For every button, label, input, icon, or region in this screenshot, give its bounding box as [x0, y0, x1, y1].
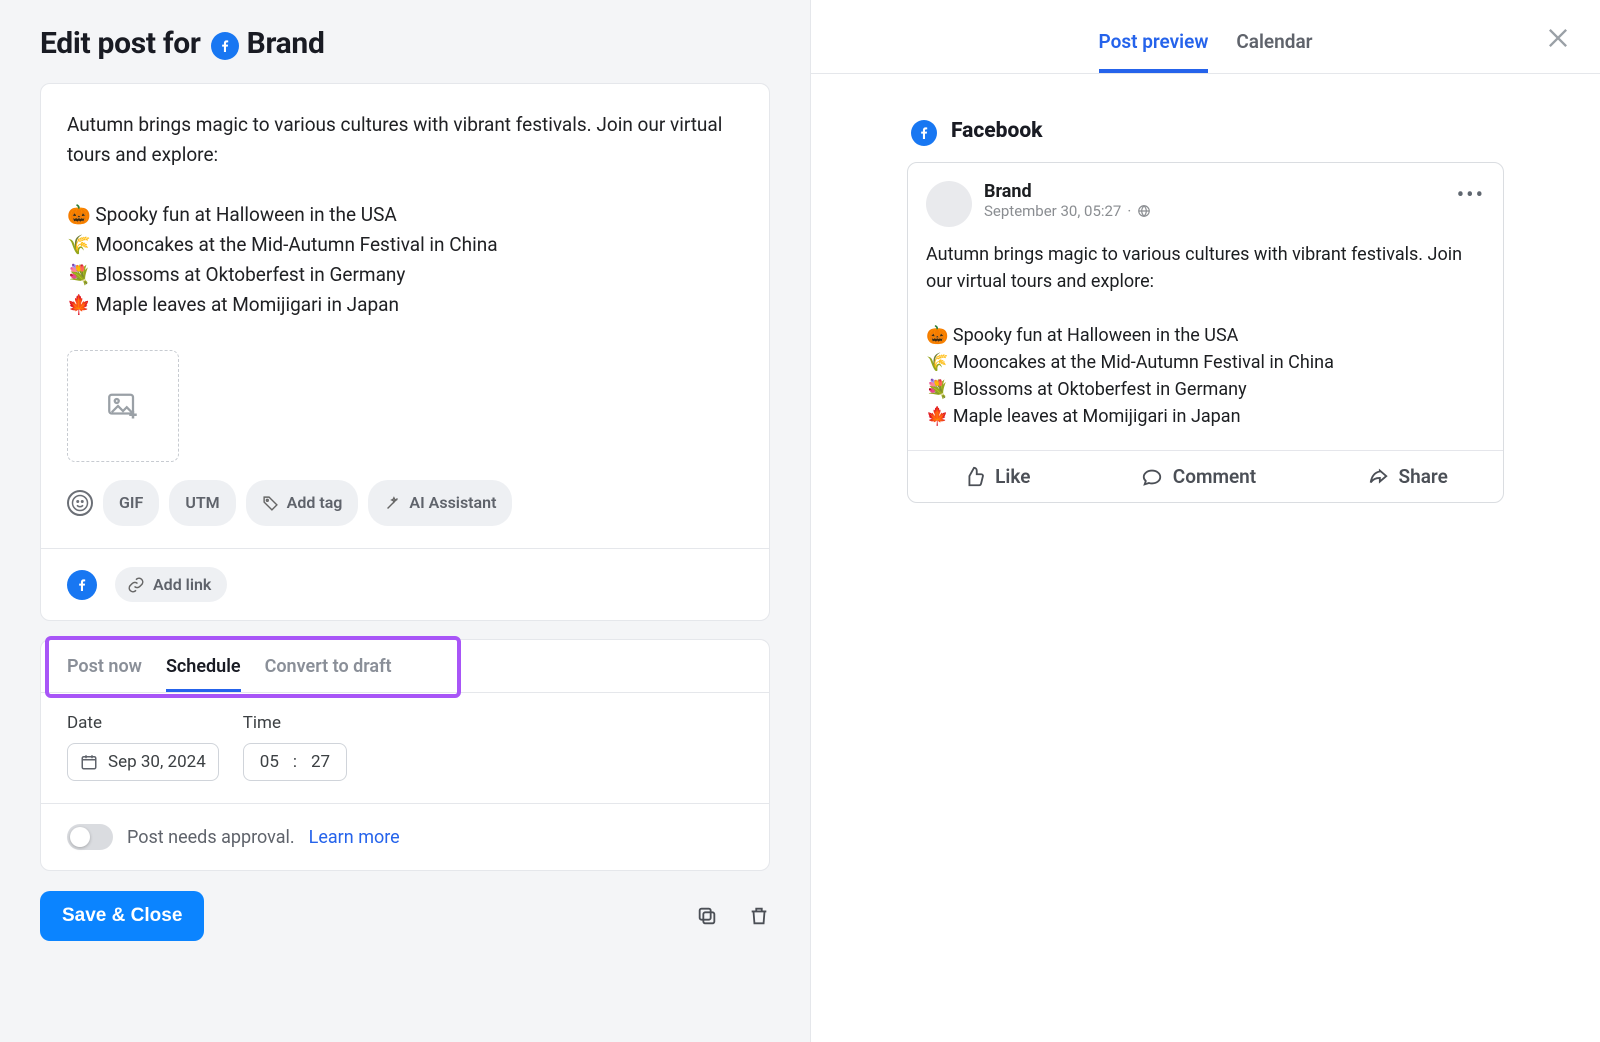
- date-label: Date: [67, 713, 219, 733]
- link-attach-row: Add link: [41, 549, 769, 620]
- date-field: Date Sep 30, 2024: [67, 713, 219, 781]
- network-header: Facebook: [907, 118, 1504, 144]
- time-input[interactable]: 05 : 27: [243, 743, 347, 781]
- publish-options-card: Post now Schedule Convert to draft Date …: [40, 639, 770, 871]
- facebook-icon: [911, 120, 937, 146]
- duplicate-icon[interactable]: [696, 905, 718, 927]
- composer-toolbar: GIF UTM Add tag AI Assistant: [67, 480, 743, 526]
- tab-convert-to-draft[interactable]: Convert to draft: [265, 656, 392, 692]
- date-value: Sep 30, 2024: [108, 752, 206, 772]
- approval-text: Post needs approval.: [127, 827, 295, 848]
- facebook-icon: [67, 570, 97, 600]
- utm-button[interactable]: UTM: [169, 480, 235, 526]
- comment-button[interactable]: Comment: [1141, 465, 1256, 488]
- preview-container: Facebook Brand September 30, 05:27 · •••…: [811, 74, 1600, 503]
- tab-post-preview[interactable]: Post preview: [1099, 30, 1209, 73]
- post-timestamp: September 30, 05:27: [984, 202, 1121, 220]
- composer-textarea[interactable]: Autumn brings magic to various cultures …: [41, 84, 769, 548]
- add-tag-button[interactable]: Add tag: [246, 480, 359, 526]
- schedule-fields: Date Sep 30, 2024 Time 05 : 27: [41, 692, 769, 803]
- editor-pane: Edit post for Brand Autumn brings magic …: [0, 0, 810, 1042]
- close-icon[interactable]: [1544, 24, 1574, 54]
- emoji-button[interactable]: [67, 490, 93, 516]
- publish-tabs: Post now Schedule Convert to draft: [41, 640, 769, 692]
- facebook-post-card: Brand September 30, 05:27 · ••• Autumn b…: [907, 162, 1504, 503]
- preview-tabs: Post preview Calendar: [811, 0, 1600, 74]
- save-and-close-button[interactable]: Save & Close: [40, 891, 204, 941]
- globe-icon: [1137, 204, 1151, 218]
- time-hour[interactable]: 05: [256, 752, 283, 772]
- tab-schedule[interactable]: Schedule: [166, 656, 241, 692]
- ai-assistant-button[interactable]: AI Assistant: [368, 480, 512, 526]
- like-button[interactable]: Like: [963, 465, 1030, 488]
- facebook-icon: [211, 32, 239, 60]
- add-media-button[interactable]: [67, 350, 179, 462]
- approval-toggle[interactable]: [67, 824, 113, 850]
- share-label: Share: [1399, 465, 1448, 488]
- ai-assistant-label: AI Assistant: [409, 488, 496, 518]
- approval-row: Post needs approval. Learn more: [41, 803, 769, 870]
- post-header: Brand September 30, 05:27 · •••: [908, 163, 1503, 235]
- post-author: Brand: [984, 181, 1151, 202]
- trash-icon[interactable]: [748, 905, 770, 927]
- post-body: Autumn brings magic to various cultures …: [908, 235, 1503, 450]
- comment-label: Comment: [1173, 465, 1256, 488]
- composer-card: Autumn brings magic to various cultures …: [40, 83, 770, 621]
- post-actions: Like Comment Share: [908, 450, 1503, 502]
- title-prefix: Edit post for: [40, 26, 201, 61]
- time-label: Time: [243, 713, 347, 733]
- avatar: [926, 181, 972, 227]
- time-minute[interactable]: 27: [307, 752, 334, 772]
- time-field: Time 05 : 27: [243, 713, 347, 781]
- post-menu-icon[interactable]: •••: [1457, 181, 1485, 208]
- preview-pane: Post preview Calendar Facebook Brand Sep…: [810, 0, 1600, 1042]
- like-label: Like: [995, 465, 1030, 488]
- gif-button[interactable]: GIF: [103, 480, 159, 526]
- page-title: Edit post for Brand: [40, 26, 770, 61]
- add-tag-label: Add tag: [287, 488, 343, 518]
- tab-post-now[interactable]: Post now: [67, 656, 142, 692]
- footer-icons: [696, 905, 770, 927]
- footer-actions: Save & Close: [40, 891, 770, 941]
- brand-name: Brand: [247, 26, 325, 61]
- approval-learn-more-link[interactable]: Learn more: [309, 827, 400, 848]
- add-link-button[interactable]: Add link: [115, 567, 227, 602]
- network-name: Facebook: [951, 119, 1043, 143]
- composer-text[interactable]: Autumn brings magic to various cultures …: [67, 110, 743, 320]
- share-button[interactable]: Share: [1367, 465, 1448, 488]
- tab-calendar[interactable]: Calendar: [1236, 30, 1312, 73]
- add-link-label: Add link: [153, 575, 211, 594]
- post-meta: September 30, 05:27 ·: [984, 202, 1151, 220]
- date-input[interactable]: Sep 30, 2024: [67, 743, 219, 781]
